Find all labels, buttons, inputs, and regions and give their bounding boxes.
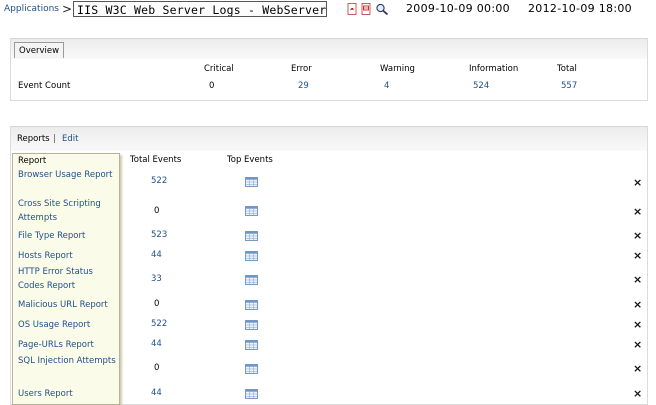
report-total-events[interactable]: 44 <box>151 388 162 398</box>
overview-col-warning: Warning <box>380 64 415 74</box>
report-total-events: 0 <box>154 206 160 216</box>
report-name[interactable]: OS Usage Report <box>18 318 116 332</box>
breadcrumb-applications[interactable]: Applications <box>4 4 59 14</box>
date-to[interactable]: 2012-10-09 18:00 <box>528 2 632 15</box>
csv-icon[interactable] <box>361 3 372 15</box>
report-name[interactable]: Hosts Report <box>18 249 116 263</box>
overview-col-error: Error <box>291 64 312 74</box>
col-top-events: Top Events <box>227 155 273 165</box>
remove-report-icon[interactable]: × <box>633 273 642 286</box>
report-total-events[interactable]: 523 <box>151 230 167 240</box>
report-name[interactable]: Browser Usage Report <box>18 168 116 182</box>
date-from[interactable]: 2009-10-09 00:00 <box>406 2 510 15</box>
report-total-events[interactable]: 33 <box>151 274 162 284</box>
top-events-table-icon[interactable] <box>245 177 258 187</box>
top-events-table-icon[interactable] <box>245 206 258 216</box>
header: Applications > IIS W3C Web Server Logs -… <box>0 0 656 20</box>
report-total-events[interactable]: 522 <box>151 176 167 186</box>
remove-report-icon[interactable]: × <box>633 176 642 189</box>
search-icon[interactable] <box>375 3 389 15</box>
overview-warning-value[interactable]: 4 <box>384 81 389 91</box>
report-total-events: 0 <box>154 299 160 309</box>
reports-panel-header: Reports | Edit <box>11 126 647 151</box>
top-events-table-icon[interactable] <box>245 300 258 310</box>
top-events-table-icon[interactable] <box>245 275 258 285</box>
top-events-table-icon[interactable] <box>245 389 258 399</box>
report-total-events[interactable]: 522 <box>151 319 167 329</box>
report-name[interactable]: File Type Report <box>18 229 116 243</box>
overview-col-critical: Critical <box>204 64 234 74</box>
overview-col-total: Total <box>557 64 577 74</box>
remove-report-icon[interactable]: × <box>633 229 642 242</box>
report-name[interactable]: Page-URLs Report <box>18 338 116 352</box>
reports-separator: | <box>53 134 56 144</box>
remove-report-icon[interactable]: × <box>633 387 642 400</box>
report-name[interactable]: Cross Site Scripting Attempts <box>18 197 116 225</box>
overview-critical-value: 0 <box>209 81 215 91</box>
overview-total-value[interactable]: 557 <box>561 81 577 91</box>
report-total-events: 0 <box>154 363 160 373</box>
top-events-table-icon[interactable] <box>245 364 258 374</box>
remove-report-icon[interactable]: × <box>633 249 642 262</box>
report-total-events[interactable]: 44 <box>151 250 162 260</box>
remove-report-icon[interactable]: × <box>633 205 642 218</box>
overview-panel-header: Overview <box>11 38 647 59</box>
breadcrumb-separator: > <box>62 2 73 16</box>
overview-panel: Overview Critical Error Warning Informat… <box>10 38 648 101</box>
remove-report-icon[interactable]: × <box>633 362 642 375</box>
report-name[interactable]: Users Report <box>18 387 116 401</box>
overview-row-label: Event Count <box>18 81 71 91</box>
tab-overview[interactable]: Overview <box>14 42 65 58</box>
report-name[interactable]: Malicious URL Report <box>18 298 116 312</box>
remove-report-icon[interactable]: × <box>633 338 642 351</box>
reports-label: Reports <box>17 134 50 144</box>
overview-error-value[interactable]: 29 <box>298 81 309 91</box>
report-list-header: Report <box>18 156 47 166</box>
reports-edit-link[interactable]: Edit <box>62 134 78 144</box>
top-events-table-icon[interactable] <box>245 340 258 350</box>
report-name[interactable]: SQL Injection Attempts <box>18 354 116 368</box>
overview-information-value[interactable]: 524 <box>473 81 489 91</box>
report-total-events[interactable]: 44 <box>151 339 162 349</box>
top-events-table-icon[interactable] <box>245 320 258 330</box>
report-name[interactable]: HTTP Error Status Codes Report <box>18 265 116 293</box>
top-events-table-icon[interactable] <box>245 231 258 241</box>
page-title: IIS W3C Web Server Logs - WebServer Logs <box>73 1 327 17</box>
top-events-table-icon[interactable] <box>245 251 258 261</box>
col-total-events: Total Events <box>130 155 182 165</box>
pdf-icon[interactable] <box>347 3 358 15</box>
remove-report-icon[interactable]: × <box>633 298 642 311</box>
overview-col-information: Information <box>469 64 519 74</box>
remove-report-icon[interactable]: × <box>633 318 642 331</box>
